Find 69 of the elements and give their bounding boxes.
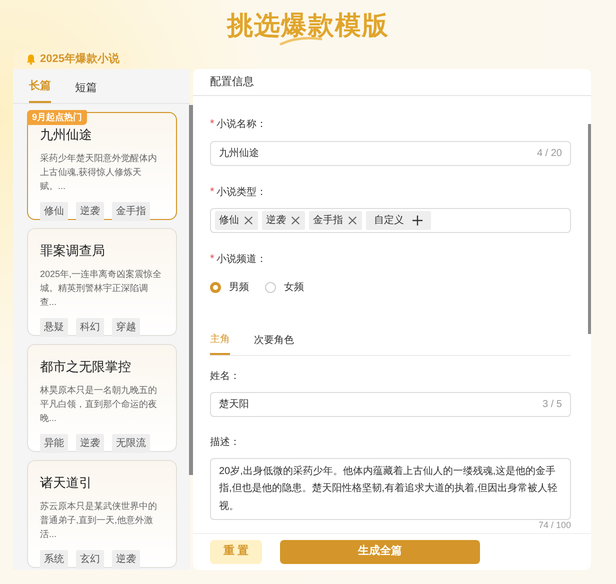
close-icon[interactable] (347, 215, 358, 226)
genre-tag: 金手指 (112, 202, 150, 221)
field-label: 描述： (210, 436, 240, 450)
chip-label: 修仙 (219, 214, 239, 228)
radio-label: 女频 (284, 280, 304, 295)
scrollbar[interactable] (588, 124, 591, 334)
bell-icon (26, 54, 36, 65)
card-title: 罪案调查局 (40, 242, 106, 260)
card-description: 苏云原本只是某武侠世界中的普通弟子,直到一天,他意外激活... (40, 500, 158, 541)
genre-tag: 修仙 (40, 202, 68, 221)
required-mark: * (210, 184, 214, 200)
required-mark: * (210, 252, 214, 268)
genre-tag: 逆袭 (112, 550, 140, 569)
genre-tag: 悬疑 (40, 318, 68, 337)
radio-label: 男频 (229, 280, 249, 295)
genre-tag: 异能 (40, 434, 68, 453)
genre-chip[interactable]: 逆袭 (262, 211, 305, 230)
field-value: 九州仙途 (219, 146, 259, 161)
card-title: 诸天道引 (40, 474, 93, 492)
genre-tag: 玄幻 (76, 550, 104, 569)
category-label: 2025年爆款小说 (40, 52, 120, 67)
field-label: 姓名： (210, 370, 240, 384)
chip-label: 逆袭 (266, 214, 286, 228)
close-icon[interactable] (243, 215, 254, 226)
add-custom-button[interactable]: 自定义 (366, 211, 431, 230)
card-description: 林昊原本只是一名朝九晚五的平凡白领，直到那个命运的夜晚... (40, 384, 158, 425)
card-description: 2025年,一连串离奇凶案震惊全城。精英刑警林宇正深陷调查... (40, 268, 163, 309)
close-icon[interactable] (290, 215, 301, 226)
genre-chip[interactable]: 修仙 (215, 211, 258, 230)
required-mark: * (210, 117, 214, 132)
genre-chip[interactable]: 金手指 (309, 211, 362, 230)
page-title: 挑选爆款模版 (227, 12, 389, 38)
radio-option[interactable]: 女频 (265, 280, 304, 295)
card-title: 都市之无限掌控 (40, 358, 132, 376)
field-label: 小说频道： (216, 252, 266, 268)
genre-tag: 穿越 (112, 318, 140, 337)
genre-tag: 系统 (40, 550, 68, 569)
radio-option[interactable]: 男频 (210, 280, 249, 295)
char-counter: 74 / 100 (538, 519, 571, 532)
panel-title: 配置信息 (210, 74, 254, 90)
genre-tag: 无限流 (112, 434, 150, 453)
genre-tag: 科幻 (76, 318, 104, 337)
underline-swoosh (279, 36, 323, 46)
chip-label: 自定义 (374, 214, 404, 228)
char-counter: 4 / 20 (536, 146, 562, 161)
hot-badge: 9月起点热门 (27, 110, 88, 125)
name-field[interactable]: 九州仙途 4 / 20 (210, 140, 571, 166)
description-field[interactable]: 20岁,出身低微的采药少年。他体内蕴藏着上古仙人的一缕残魂,这是他的金手指,但也是他的隐患。楚天阳性格坚韧,有着追求大道的执着,但因出身常被人轻视。 (210, 458, 571, 520)
template-card[interactable]: 罪案调查局 2025年,一连串离奇凶案震惊全城。精英刑警林宇正深陷调查... 悬疑 科幻 穿越 (27, 228, 177, 336)
template-card[interactable]: 9月起点热门 九州仙途 采药少年楚天阳意外觉醒体内上古仙魂,获得惊人修炼天赋。... 修仙 逆袭 金手指 (27, 112, 177, 220)
field-value: 楚天阳 (219, 398, 249, 412)
card-title: 九州仙途 (40, 126, 93, 144)
name-field[interactable]: 楚天阳 3 / 5 (210, 392, 571, 417)
plus-icon (412, 215, 423, 226)
radio-button[interactable] (210, 282, 221, 293)
radio-button[interactable] (265, 282, 276, 293)
template-card[interactable]: 诸天道引 苏云原本只是某武侠世界中的普通弟子,直到一天,他意外激活... 系统 玄幻 逆袭 (27, 460, 177, 568)
genre-tag: 逆袭 (76, 434, 104, 453)
field-label: 小说名称： (216, 118, 266, 132)
card-description: 采药少年楚天阳意外觉醒体内上古仙魂,获得惊人修炼天赋。... (40, 152, 158, 193)
scrollbar[interactable] (189, 104, 193, 474)
field-label: 小说类型： (216, 186, 266, 200)
genre-field[interactable]: 修仙 逆袭 金手指 自定义 (210, 208, 571, 234)
char-counter: 3 / 5 (542, 398, 562, 412)
tab[interactable]: 次要角色 (254, 332, 294, 355)
tab[interactable]: 短篇 (75, 80, 97, 102)
genre-tag: 逆袭 (76, 202, 104, 221)
chip-label: 金手指 (313, 214, 343, 228)
template-card[interactable]: 都市之无限掌控 林昊原本只是一名朝九晚五的平凡白领，直到那个命运的夜晚... 异能 逆袭 无限流 (27, 344, 177, 452)
